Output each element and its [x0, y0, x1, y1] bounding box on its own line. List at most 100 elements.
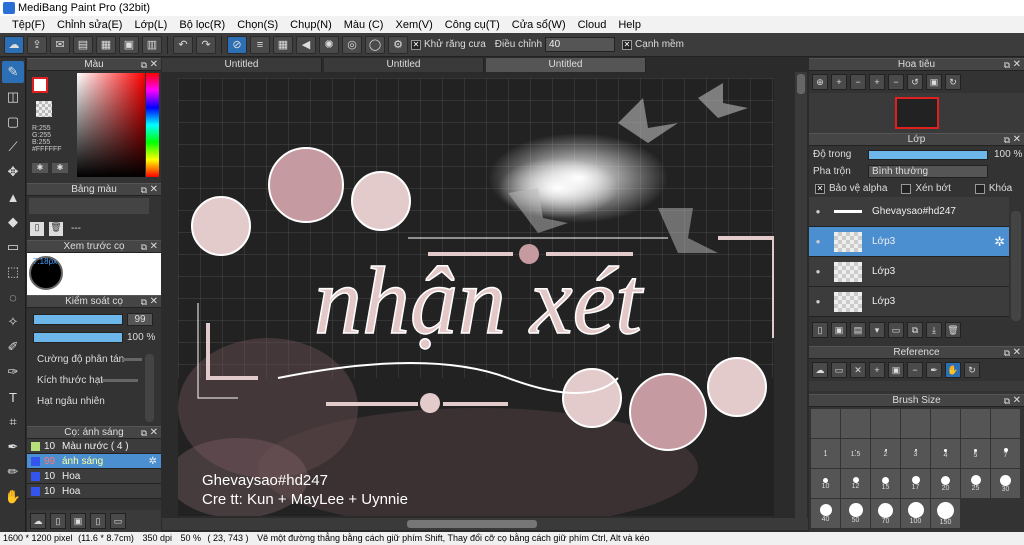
- ruler-perspective-icon[interactable]: ◀: [296, 35, 316, 54]
- brush-size-cell[interactable]: [871, 409, 900, 438]
- popout-icon[interactable]: ⧉: [141, 59, 147, 71]
- brush-size-cell[interactable]: 15: [871, 469, 900, 498]
- comment-icon[interactable]: ▤: [73, 35, 93, 54]
- tab-untitled-1[interactable]: Untitled: [162, 58, 322, 72]
- layer-item[interactable]: ● Lớp3: [809, 287, 1009, 317]
- brush-size-cell[interactable]: [991, 409, 1020, 438]
- brush-size-cell[interactable]: [931, 409, 960, 438]
- visibility-icon[interactable]: ●: [812, 237, 824, 246]
- line-tool-icon[interactable]: ⟋: [2, 136, 24, 158]
- close-icon[interactable]: ✕: [150, 241, 158, 253]
- remove-color-button[interactable]: ✱: [52, 163, 68, 173]
- close-icon[interactable]: ✕: [1013, 347, 1021, 359]
- cloud-icon[interactable]: ☁: [812, 362, 828, 378]
- brush-size-cell[interactable]: 7: [991, 439, 1020, 468]
- popout-icon[interactable]: ⧉: [1004, 347, 1010, 359]
- layer-item-selected[interactable]: ● Lớp3 ✲: [809, 227, 1009, 257]
- popout-icon[interactable]: ⧉: [141, 427, 147, 439]
- brush-size-cell[interactable]: 70: [871, 499, 900, 528]
- popout-icon[interactable]: ⧉: [1004, 59, 1010, 71]
- clip-checkbox[interactable]: [901, 183, 912, 194]
- ruler-ellipse-icon[interactable]: ◯: [365, 35, 385, 54]
- brush-size-cell[interactable]: 50: [841, 499, 870, 528]
- brush-size-cell[interactable]: 1.5: [841, 439, 870, 468]
- rotate-right-icon[interactable]: ↻: [945, 74, 961, 90]
- brush-size-cell[interactable]: [811, 409, 840, 438]
- brush-size-cell[interactable]: 17: [901, 469, 930, 498]
- brush-size-cell[interactable]: 30: [991, 469, 1020, 498]
- visibility-icon[interactable]: ●: [812, 297, 824, 306]
- redo-icon[interactable]: ↷: [196, 35, 216, 54]
- gradient-tool-icon[interactable]: ▭: [2, 236, 24, 258]
- layer-scrollbar[interactable]: [1011, 211, 1021, 321]
- zoom-fit-icon[interactable]: ⊕: [812, 74, 828, 90]
- hand-icon[interactable]: ✋: [945, 362, 961, 378]
- blend-select[interactable]: Bình thường: [868, 165, 988, 178]
- eraser-tool-icon[interactable]: ◫: [2, 86, 24, 108]
- brush-size-cell[interactable]: 1: [811, 439, 840, 468]
- scroll-thumb[interactable]: [407, 520, 537, 528]
- brush-size-field[interactable]: 99: [127, 313, 153, 326]
- undo-icon[interactable]: ↶: [173, 35, 193, 54]
- palette-delete-icon[interactable]: 🗑: [49, 222, 63, 236]
- text-tool-icon[interactable]: T: [2, 386, 24, 408]
- palette-area[interactable]: [29, 198, 149, 214]
- duplicate-layer-icon[interactable]: ⧉: [907, 322, 923, 338]
- close-icon[interactable]: ✕: [150, 296, 158, 308]
- brush-size-cell[interactable]: 10: [811, 469, 840, 498]
- zoom-in-icon[interactable]: +: [869, 362, 885, 378]
- move-tool-icon[interactable]: ✥: [2, 161, 24, 183]
- saturation-value-picker[interactable]: [77, 73, 145, 177]
- secondary-color-swatch[interactable]: [36, 101, 52, 117]
- layer-opacity-slider[interactable]: [868, 149, 988, 160]
- fill-tool-icon[interactable]: ▲: [2, 186, 24, 208]
- soft-edge-checkbox[interactable]: ✕: [622, 39, 633, 50]
- fit-icon[interactable]: ▣: [888, 362, 904, 378]
- brush-tool-icon[interactable]: ✎: [2, 61, 24, 83]
- open-file-icon[interactable]: ▭: [831, 362, 847, 378]
- canvas[interactable]: nhận xét Ghevaysao#hd247 Cre tt: Kun + M…: [178, 78, 774, 516]
- brush-size-cell[interactable]: [841, 409, 870, 438]
- select-eraser-tool-icon[interactable]: ✑: [2, 361, 24, 383]
- brush-size-cell[interactable]: 12: [841, 469, 870, 498]
- brush-control-scrollbar[interactable]: [145, 354, 154, 422]
- adjust-value-field[interactable]: 40: [545, 37, 616, 52]
- hue-slider[interactable]: [146, 73, 159, 177]
- layer-menu-icon[interactable]: ▾: [869, 322, 885, 338]
- menu-color[interactable]: Màu (C): [338, 19, 390, 31]
- brush-size-cell[interactable]: 100: [901, 499, 930, 528]
- brush-size-slider[interactable]: [33, 314, 123, 325]
- close-icon[interactable]: ✕: [150, 184, 158, 196]
- share-icon[interactable]: ⇪: [27, 35, 47, 54]
- palette-add-icon[interactable]: ▯: [30, 222, 44, 236]
- brush-size-cell[interactable]: 20: [931, 469, 960, 498]
- add-color-button[interactable]: ✱: [32, 163, 48, 173]
- chat-icon[interactable]: ✉: [50, 35, 70, 54]
- copy-brush-icon[interactable]: ▯: [90, 513, 106, 529]
- brush-size-cell[interactable]: [961, 409, 990, 438]
- menu-window[interactable]: Cửa sổ(W): [506, 19, 572, 31]
- rotate-icon[interactable]: ↻: [964, 362, 980, 378]
- zoom-out-icon[interactable]: −: [907, 362, 923, 378]
- visibility-icon[interactable]: ●: [812, 267, 824, 276]
- magic-wand-tool-icon[interactable]: ✧: [2, 311, 24, 333]
- hand-tool-icon[interactable]: ✋: [2, 486, 24, 508]
- brush-menu-icon[interactable]: ▣: [70, 513, 86, 529]
- rotate-left-icon[interactable]: ↺: [907, 74, 923, 90]
- gallery-icon[interactable]: ▦: [96, 35, 116, 54]
- dot-size-slider[interactable]: [102, 379, 138, 382]
- menu-tools[interactable]: Công cụ(T): [439, 19, 506, 31]
- gear-icon[interactable]: ✲: [994, 234, 1005, 250]
- antialias-checkbox[interactable]: ✕: [411, 39, 421, 50]
- ruler-concentric-icon[interactable]: ◎: [342, 35, 362, 54]
- brush-item[interactable]: 10 Màu nước ( 4 ): [27, 439, 161, 454]
- close-file-icon[interactable]: ✕: [850, 362, 866, 378]
- new-layer-icon[interactable]: ▯: [812, 322, 828, 338]
- close-icon[interactable]: ✕: [1013, 134, 1021, 146]
- zoom-out-icon[interactable]: −: [888, 74, 904, 90]
- menu-file[interactable]: Tệp(F): [6, 19, 51, 31]
- lock-checkbox[interactable]: [974, 183, 985, 194]
- navigator-preview[interactable]: [809, 93, 1024, 133]
- vertical-scrollbar[interactable]: [795, 72, 807, 518]
- delete-layer-icon[interactable]: 🗑: [945, 322, 961, 338]
